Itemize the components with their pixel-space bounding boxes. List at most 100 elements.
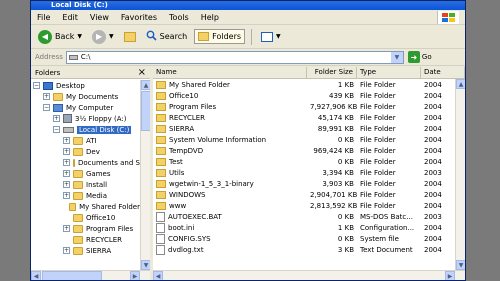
scroll-left-icon[interactable]: ◀	[153, 271, 163, 280]
tree-item[interactable]: My Shared Folder	[31, 201, 140, 212]
tree-item[interactable]: + My Documents	[31, 91, 140, 102]
file-row[interactable]: dvdlog.txt 3 KB Text Document 2004	[153, 244, 465, 255]
tree-item[interactable]: + SIERRA	[31, 245, 140, 256]
tree-item[interactable]: + ATI	[31, 135, 140, 146]
scroll-down-icon[interactable]: ▼	[456, 260, 465, 270]
expand-icon[interactable]: +	[63, 192, 70, 199]
file-row[interactable]: RECYCLER 45,174 KB File Folder 2004	[153, 112, 465, 123]
tree-item-label: 3½ Floppy (A:)	[75, 114, 127, 123]
scroll-down-icon[interactable]: ▼	[141, 260, 150, 270]
menu-file[interactable]: File	[37, 13, 50, 22]
file-row[interactable]: My Shared Folder 1 KB File Folder 2004	[153, 79, 465, 90]
file-icon	[156, 222, 165, 233]
drive-icon	[68, 54, 78, 60]
scroll-up-icon[interactable]: ▲	[141, 80, 150, 90]
tree-item[interactable]: − Desktop	[31, 80, 140, 91]
tree-item[interactable]: + Games	[31, 168, 140, 179]
views-icon	[261, 31, 274, 42]
file-name: www	[169, 201, 187, 210]
tree-item-label: Program Files	[86, 224, 134, 233]
file-name-cell: Program Files	[153, 102, 307, 111]
file-row[interactable]: WINDOWS 2,904,701 KB File Folder 2004	[153, 189, 465, 200]
expand-icon[interactable]: +	[63, 225, 70, 232]
file-row[interactable]: www 2,813,592 KB File Folder 2004	[153, 200, 465, 211]
file-row[interactable]: System Volume Information 0 KB File Folder…	[153, 134, 465, 145]
tree-item[interactable]: − Local Disk (C:)	[31, 124, 140, 135]
folder-icon	[156, 157, 166, 166]
scroll-thumb[interactable]	[141, 91, 150, 131]
address-bar: Address C:\ ▼ ➜ Go	[31, 49, 465, 66]
tree-item-label: ATI	[86, 136, 97, 145]
collapse-icon[interactable]: −	[43, 104, 50, 111]
tree-vertical-scrollbar[interactable]: ▲ ▼	[140, 80, 150, 270]
file-name: Test	[169, 157, 183, 166]
file-row[interactable]: boot.ini 1 KB Configuration... 2004	[153, 222, 465, 233]
scroll-thumb[interactable]	[42, 271, 102, 280]
folder-icon	[73, 169, 83, 178]
file-list-scrollbar[interactable]: ▲ ▼	[455, 79, 465, 270]
file-row[interactable]: SIERRA 89,991 KB File Folder 2004	[153, 123, 465, 134]
file-row[interactable]: wgetwin-1_5_3_1-binary 3,903 KB File Folde…	[153, 178, 465, 189]
go-button[interactable]: ➜ Go	[407, 51, 432, 63]
file-row[interactable]: Utils 3,394 KB File Folder 2003	[153, 167, 465, 178]
tree-item-label: Games	[86, 169, 111, 178]
expand-icon[interactable]: +	[63, 159, 70, 166]
chevron-down-icon[interactable]: ▼	[390, 51, 403, 63]
file-row[interactable]: CONFIG.SYS 0 KB System file 2004	[153, 233, 465, 244]
file-size: 0 KB	[337, 212, 354, 221]
file-size: 0 KB	[337, 157, 354, 166]
expand-icon[interactable]: +	[63, 247, 70, 254]
search-button[interactable]: Search	[143, 28, 190, 45]
file-row[interactable]: Program Files 7,927,906 KB File Folder 2004	[153, 101, 465, 112]
menu-view[interactable]: View	[90, 13, 109, 22]
tree-horizontal-scrollbar[interactable]: ◀ ▶	[31, 270, 150, 280]
file-size: 1 KB	[337, 80, 354, 89]
tree-item[interactable]: RECYCLER	[31, 234, 140, 245]
tree-item[interactable]: +3½ Floppy (A:)	[31, 113, 140, 124]
tree-item[interactable]: + Program Files	[31, 223, 140, 234]
column-size[interactable]: Folder Size	[307, 67, 357, 78]
expand-icon[interactable]: +	[63, 137, 70, 144]
file-row[interactable]: TempDVD 969,424 KB File Folder 2004	[153, 145, 465, 156]
file-size: 89,991 KB	[317, 124, 354, 133]
file-row[interactable]: Office10 439 KB File Folder 2004	[153, 90, 465, 101]
views-button[interactable]: ▼	[258, 30, 284, 44]
expand-icon[interactable]: +	[63, 181, 70, 188]
expand-icon[interactable]: +	[53, 115, 60, 122]
tree-item-label: Local Disk (C:)	[77, 125, 132, 134]
toolbar-separator	[251, 28, 253, 45]
scroll-left-icon[interactable]: ◀	[31, 271, 41, 280]
tree-item[interactable]: − My Computer	[31, 102, 140, 113]
menu-favorites[interactable]: Favorites	[121, 13, 157, 22]
file-row[interactable]: AUTOEXEC.BAT 0 KB MS-DOS Batc... 2003	[153, 211, 465, 222]
tree-item[interactable]: + Install	[31, 179, 140, 190]
menu-tools[interactable]: Tools	[169, 13, 189, 22]
file-row[interactable]: Test 0 KB File Folder 2004	[153, 156, 465, 167]
tree-item[interactable]: + Media	[31, 190, 140, 201]
window-title: Local Disk (C:)	[31, 1, 465, 10]
collapse-icon[interactable]: −	[53, 126, 60, 133]
close-icon[interactable]: ×	[138, 67, 146, 78]
folder-icon	[73, 246, 83, 255]
column-date[interactable]: Date	[421, 67, 465, 78]
back-button[interactable]: ◀ Back ▼	[35, 28, 85, 46]
expand-icon[interactable]: +	[43, 93, 50, 100]
forward-button[interactable]: ▶ ▼	[89, 28, 117, 46]
collapse-icon[interactable]: −	[33, 82, 40, 89]
menu-edit[interactable]: Edit	[62, 13, 78, 22]
tree-item[interactable]: Office10	[31, 212, 140, 223]
scroll-right-icon[interactable]: ▶	[445, 271, 455, 280]
tree-item[interactable]: + Documents and Se	[31, 157, 140, 168]
address-input[interactable]: C:\ ▼	[65, 50, 404, 64]
column-name[interactable]: Name	[153, 67, 307, 78]
scroll-right-icon[interactable]: ▶	[130, 271, 140, 280]
scroll-up-icon[interactable]: ▲	[456, 79, 465, 89]
tree-item[interactable]: + Dev	[31, 146, 140, 157]
menu-help[interactable]: Help	[201, 13, 219, 22]
folders-button[interactable]: Folders	[194, 29, 246, 44]
file-list-horizontal-scrollbar[interactable]: ◀ ▶	[153, 270, 465, 280]
column-type[interactable]: Type	[357, 67, 421, 78]
expand-icon[interactable]: +	[63, 148, 70, 155]
up-folder-button[interactable]	[121, 30, 139, 44]
expand-icon[interactable]: +	[63, 170, 70, 177]
